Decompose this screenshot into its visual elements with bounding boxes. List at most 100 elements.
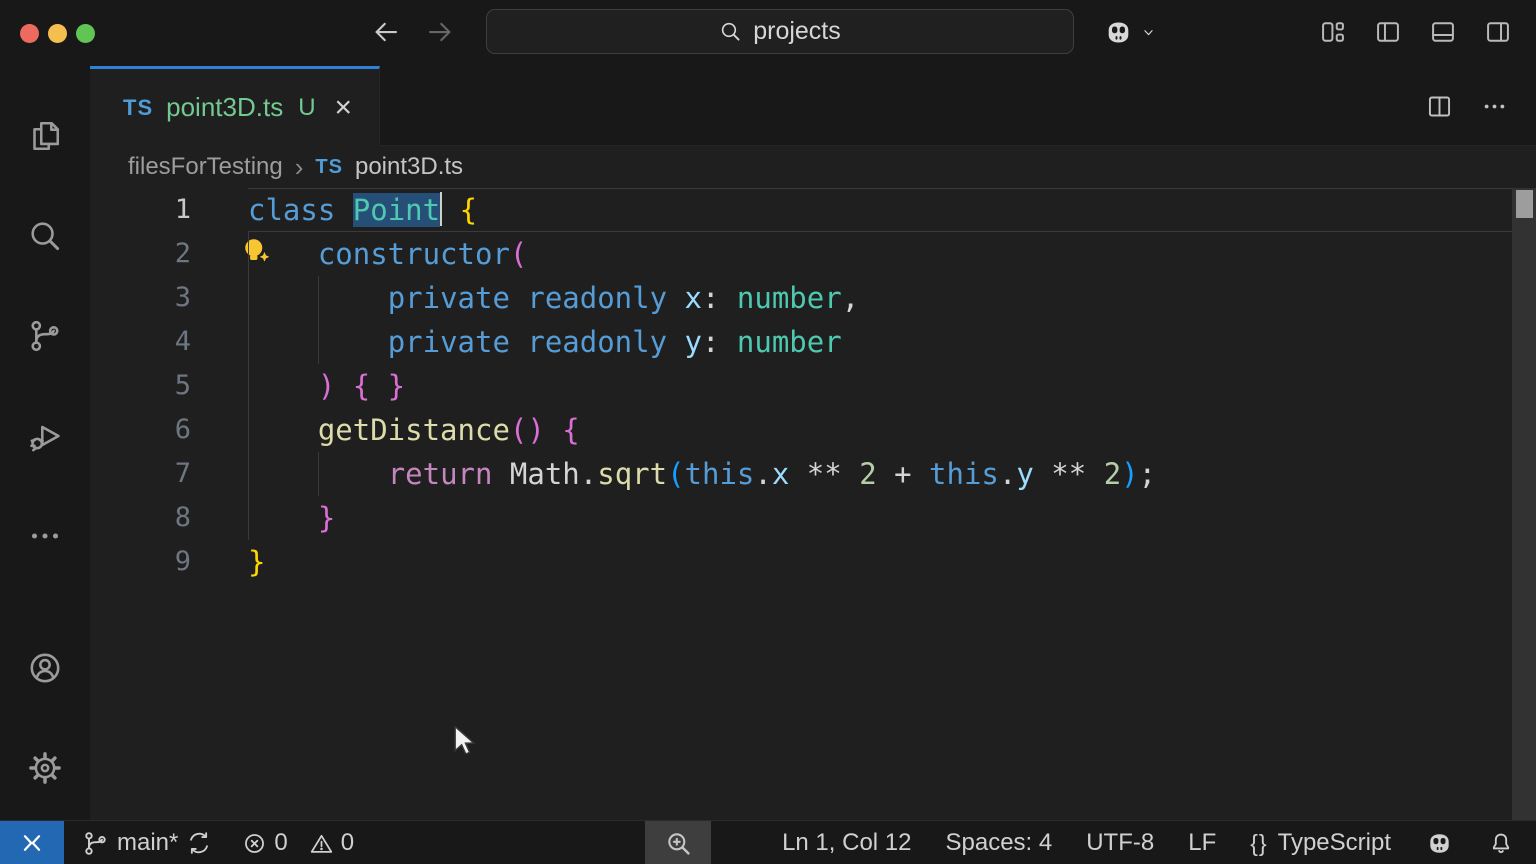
typescript-file-icon: TS: [123, 94, 154, 120]
line-number: 4: [174, 326, 191, 357]
activity-bar-item-settings[interactable]: [0, 718, 90, 818]
code-editor[interactable]: 1 class Point {2 constructor(3 private re…: [90, 188, 1536, 584]
line-number: 7: [174, 458, 191, 489]
activity-bar: [0, 66, 90, 820]
activity-bar-item-search[interactable]: [0, 186, 90, 286]
activity-bar-item-source-control[interactable]: [0, 286, 90, 386]
indent-guide: [248, 496, 249, 540]
code-line-1[interactable]: 1 class Point {: [90, 188, 1536, 232]
command-center-search[interactable]: projects: [486, 9, 1074, 54]
toggle-sidebar-right-icon[interactable]: [1484, 18, 1512, 46]
chevron-right-icon: ›: [294, 151, 304, 182]
line-content: class Point {: [248, 188, 1536, 232]
indent-guide: [248, 232, 249, 276]
line-number: 5: [174, 370, 191, 401]
chevron-down-icon: [1140, 24, 1157, 41]
bell-icon[interactable]: [1488, 830, 1514, 856]
window-controls[interactable]: [20, 24, 95, 43]
forward-icon[interactable]: [425, 17, 455, 47]
git-untracked-badge: U: [298, 93, 316, 121]
copilot-status-icon[interactable]: [1425, 829, 1454, 858]
mouse-cursor: [452, 726, 478, 754]
more-actions-icon[interactable]: [1481, 93, 1508, 120]
editor-group: TS point3D.ts U × filesForTesting › TS p…: [90, 66, 1536, 820]
encoding-item[interactable]: UTF-8: [1086, 829, 1154, 857]
line-content: }: [248, 545, 266, 579]
activity-bar-item-run-and-debug[interactable]: [0, 386, 90, 486]
tab-point3d[interactable]: TS point3D.ts U ×: [90, 66, 380, 146]
copilot-icon: [1103, 17, 1134, 48]
line-content: }: [248, 496, 1536, 540]
line-number: 9: [174, 546, 191, 577]
sync-icon: [186, 830, 212, 856]
code-line-9[interactable]: 9}: [90, 540, 1536, 584]
indent-guide: [248, 364, 249, 408]
indent-guide: [248, 320, 249, 364]
cursor-position-item[interactable]: Ln 1, Col 12: [782, 829, 911, 857]
tab-title: point3D.ts: [166, 92, 284, 122]
indent-guide: [248, 452, 249, 496]
code-line-6[interactable]: 6 getDistance() {: [90, 408, 1536, 452]
code-line-3[interactable]: 3 private readonly x: number,: [90, 276, 1536, 320]
source-control-icon: [27, 318, 63, 354]
branch-item[interactable]: main*: [82, 829, 212, 857]
remote-icon: [19, 830, 45, 856]
code-line-4[interactable]: 4 private readonly y: number: [90, 320, 1536, 364]
breadcrumb-folder[interactable]: filesForTesting: [128, 153, 283, 181]
search-icon: [27, 218, 63, 254]
source-control-icon: [82, 830, 109, 857]
customize-layout-icon[interactable]: [1319, 18, 1347, 46]
editor-scrollbar[interactable]: [1512, 188, 1536, 820]
title-bar: projects: [0, 0, 1536, 66]
layout-controls: [1319, 18, 1512, 46]
toggle-sidebar-left-icon[interactable]: [1374, 18, 1402, 46]
search-icon: [719, 20, 742, 43]
problems-item[interactable]: 0 0: [242, 829, 354, 857]
indent-guide: [248, 408, 249, 452]
error-icon: [242, 831, 267, 856]
eol-item[interactable]: LF: [1188, 829, 1216, 857]
activity-bar-item-accounts[interactable]: [0, 618, 90, 718]
maximize-window-button[interactable]: [76, 24, 95, 43]
remote-indicator-button[interactable]: [0, 821, 64, 864]
breadcrumb-file[interactable]: point3D.ts: [355, 153, 463, 181]
close-window-button[interactable]: [20, 24, 39, 43]
zoom-indicator-button[interactable]: [645, 821, 711, 864]
indent-guide: [248, 276, 249, 320]
line-number: 2: [174, 238, 191, 269]
typescript-file-icon: TS: [315, 155, 343, 178]
ellipsis-icon: [27, 518, 63, 554]
breadcrumb: filesForTesting › TS point3D.ts: [90, 146, 1536, 188]
indent-guide: [317, 320, 319, 364]
activity-bar-item-more-views[interactable]: [0, 486, 90, 586]
toggle-panel-bottom-icon[interactable]: [1429, 18, 1457, 46]
line-content: private readonly x: number,: [248, 276, 1536, 320]
code-line-8[interactable]: 8 }: [90, 496, 1536, 540]
code-line-7[interactable]: 7 return Math.sqrt(this.x ** 2 + this.y …: [90, 452, 1536, 496]
activity-bar-item-explorer[interactable]: [0, 86, 90, 186]
copilot-menu-button[interactable]: [1103, 17, 1157, 48]
braces-icon: {}: [1250, 829, 1268, 856]
indentation-item[interactable]: Spaces: 4: [945, 829, 1052, 857]
status-bar: main* 0 0 Ln 1, Col 12 Spaces: 4 UTF-8 L…: [0, 820, 1536, 864]
zoom-in-icon: [664, 829, 693, 858]
debug-icon: [27, 418, 63, 454]
close-tab-icon[interactable]: ×: [335, 92, 353, 123]
line-content: return Math.sqrt(this.x ** 2 + this.y **…: [248, 452, 1536, 496]
split-editor-icon[interactable]: [1426, 93, 1453, 120]
language-label: TypeScript: [1277, 829, 1391, 856]
back-icon[interactable]: [371, 17, 401, 47]
scrollbar-thumb[interactable]: [1516, 190, 1533, 218]
files-icon: [27, 118, 63, 154]
error-count: 0: [274, 829, 288, 856]
line-number: 8: [174, 502, 191, 533]
line-content: ) { }: [248, 364, 1536, 408]
tab-bar: TS point3D.ts U ×: [90, 66, 1536, 146]
indent-guide: [317, 276, 319, 320]
minimize-window-button[interactable]: [48, 24, 67, 43]
code-line-2[interactable]: 2 constructor(: [90, 232, 1536, 276]
line-number: 1: [174, 194, 191, 225]
code-line-5[interactable]: 5 ) { }: [90, 364, 1536, 408]
warning-count: 0: [340, 829, 355, 856]
language-mode-item[interactable]: {} TypeScript: [1250, 829, 1391, 857]
